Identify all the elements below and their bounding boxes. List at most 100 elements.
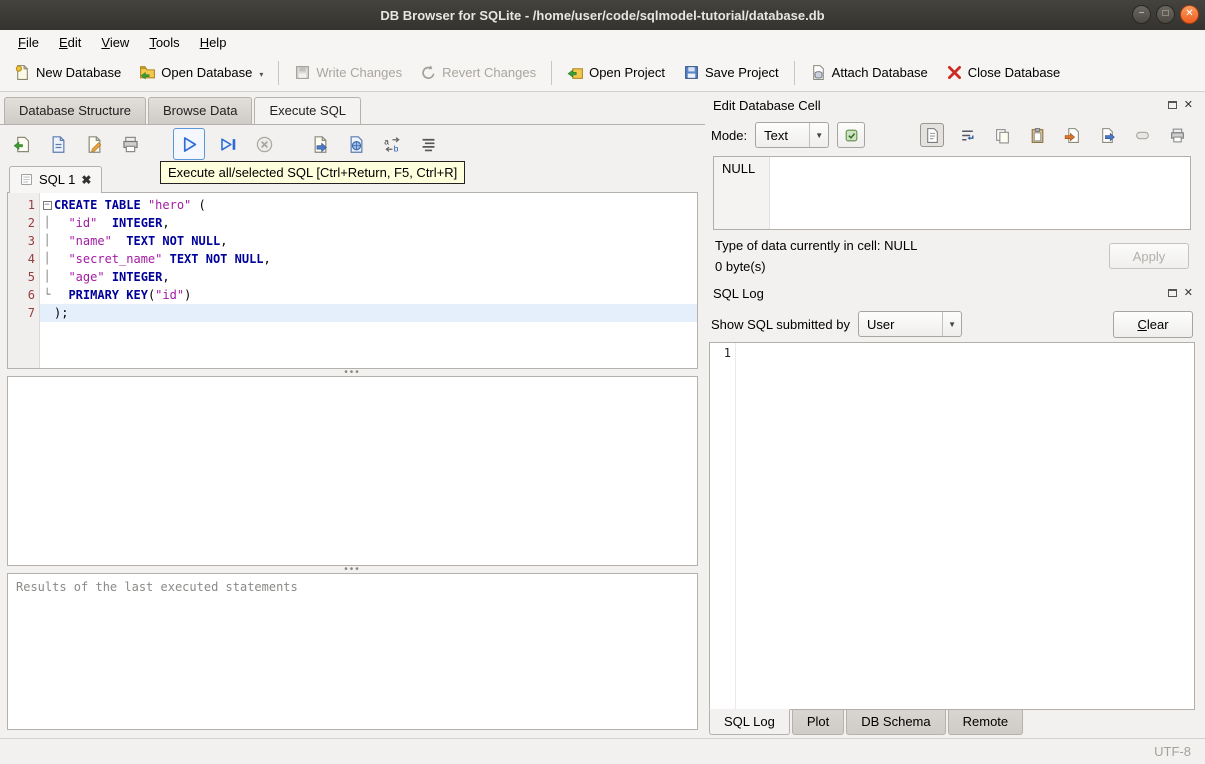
open-database-label: Open Database bbox=[161, 65, 253, 80]
code-segment: TEXT NOT NULL bbox=[169, 252, 264, 266]
sql-tab-close-icon[interactable]: ✖ bbox=[81, 174, 91, 186]
save-project-button[interactable]: Save Project bbox=[675, 59, 787, 86]
execute-tooltip: Execute all/selected SQL [Ctrl+Return, F… bbox=[160, 161, 466, 184]
results-message-area: Results of the last executed statements bbox=[7, 573, 698, 730]
sql-tab-label: SQL 1 bbox=[39, 172, 76, 187]
open-sql-file-button[interactable] bbox=[9, 131, 35, 157]
stop-execution-button bbox=[251, 131, 277, 157]
line-number: 6 bbox=[27, 288, 35, 302]
dock-close-icon[interactable]: ✕ bbox=[1184, 99, 1193, 111]
cell-size-info: 0 byte(s) bbox=[715, 259, 766, 274]
find-replace-button[interactable]: ab bbox=[379, 131, 405, 157]
menu-view[interactable]: View bbox=[91, 32, 139, 53]
tab-db-schema[interactable]: DB Schema bbox=[846, 710, 946, 735]
code-segment: "age" bbox=[68, 270, 105, 284]
menu-edit[interactable]: Edit bbox=[49, 32, 91, 53]
auto-switch-mode-button[interactable] bbox=[837, 122, 866, 148]
right-panel: Edit Database Cell ✕ Mode: Text ▼ NULL T… bbox=[705, 92, 1205, 738]
toolbar-separator bbox=[551, 60, 553, 85]
mode-label: Mode: bbox=[711, 127, 748, 143]
tab-execute-sql[interactable]: Execute SQL bbox=[254, 97, 362, 125]
tab-remote[interactable]: Remote bbox=[947, 710, 1024, 735]
code-line: │ "id" INTEGER, bbox=[40, 214, 697, 232]
export-cell-icon[interactable] bbox=[1095, 123, 1119, 147]
revert-changes-icon bbox=[420, 64, 437, 81]
save-project-icon bbox=[683, 64, 700, 81]
menu-help[interactable]: Help bbox=[190, 32, 237, 53]
splitter-handle[interactable]: ••• bbox=[7, 367, 698, 377]
save-sql-file-button[interactable] bbox=[45, 131, 71, 157]
open-sql-new-tab-button[interactable] bbox=[343, 131, 369, 157]
clear-log-button[interactable]: Clear bbox=[1113, 310, 1193, 338]
fold-guide: │ bbox=[43, 234, 51, 247]
tab-plot[interactable]: Plot bbox=[791, 710, 845, 735]
chevron-down-icon: ▼ bbox=[942, 312, 961, 336]
dock-tab-bar: SQL Log Plot DB Schema Remote bbox=[707, 709, 1197, 738]
fold-collapse-icon[interactable]: − bbox=[40, 196, 54, 214]
dock-float-icon[interactable] bbox=[1167, 101, 1177, 109]
dock-close-icon[interactable]: ✕ bbox=[1184, 287, 1193, 299]
open-database-button[interactable]: Open Database ▾ bbox=[131, 59, 271, 86]
fold-guide: │ bbox=[43, 270, 51, 283]
fold-guide: └ bbox=[43, 288, 51, 301]
code-segment: "name" bbox=[68, 234, 112, 248]
splitter-handle[interactable]: ••• bbox=[7, 564, 698, 574]
fold-guide bbox=[40, 304, 54, 322]
line-number: 3 bbox=[27, 234, 35, 248]
close-icon[interactable]: ✕ bbox=[1180, 5, 1199, 24]
titlebar: DB Browser for SQLite - /home/user/code/… bbox=[0, 0, 1205, 30]
import-cell-icon[interactable] bbox=[1060, 123, 1084, 147]
paste-icon[interactable] bbox=[1025, 123, 1049, 147]
save-sql-as-button[interactable] bbox=[81, 131, 107, 157]
code-segment: CREATE TABLE bbox=[54, 198, 141, 212]
sql-log-filter-row: Show SQL submitted by User ▼ Clear bbox=[707, 306, 1197, 342]
execute-sql-button[interactable] bbox=[173, 128, 205, 160]
tab-sql-log[interactable]: SQL Log bbox=[709, 709, 790, 735]
log-filter-select[interactable]: User ▼ bbox=[857, 311, 962, 337]
execute-current-line-button[interactable] bbox=[215, 131, 241, 157]
copy-icon[interactable] bbox=[990, 123, 1014, 147]
fold-guide: │ bbox=[43, 216, 51, 229]
cell-editor[interactable]: NULL bbox=[713, 156, 1191, 230]
new-database-button[interactable]: New Database bbox=[6, 59, 129, 86]
set-null-icon[interactable] bbox=[1130, 123, 1154, 147]
export-results-button[interactable] bbox=[307, 131, 333, 157]
sql-editor[interactable]: 1234567 − CREATE TABLE "hero" (│ "id" INT… bbox=[7, 193, 698, 369]
word-wrap-icon[interactable] bbox=[955, 123, 979, 147]
apply-button-label: Apply bbox=[1132, 248, 1166, 264]
results-grid[interactable] bbox=[7, 376, 698, 566]
sql-log-dock: SQL Log ✕ Show SQL submitted by User ▼ C… bbox=[707, 280, 1197, 738]
open-project-button[interactable]: Open Project bbox=[559, 59, 673, 86]
fold-guide: │ bbox=[43, 252, 51, 265]
code-segment: "secret_name" bbox=[68, 252, 163, 266]
menu-file[interactable]: File bbox=[8, 32, 49, 53]
code-segment: ( bbox=[191, 198, 206, 212]
apply-button: Apply bbox=[1109, 243, 1189, 269]
mode-select[interactable]: Text ▼ bbox=[755, 122, 830, 148]
encoding-indicator[interactable]: UTF-8 bbox=[1154, 744, 1191, 759]
line-number: 1 bbox=[27, 198, 35, 212]
revert-changes-label: Revert Changes bbox=[442, 65, 537, 80]
maximize-icon[interactable]: □ bbox=[1156, 5, 1175, 24]
tab-database-structure[interactable]: Database Structure bbox=[4, 97, 147, 124]
print-cell-icon[interactable] bbox=[1165, 123, 1189, 147]
code-segment: INTEGER bbox=[111, 270, 163, 284]
menu-tools[interactable]: Tools bbox=[139, 32, 189, 53]
code-line: │ "secret_name" TEXT NOT NULL, bbox=[40, 250, 697, 268]
dock-float-icon[interactable] bbox=[1167, 289, 1177, 297]
log-filter-label: Show SQL submitted by bbox=[711, 316, 850, 332]
text-view-icon[interactable] bbox=[920, 123, 944, 147]
tab-browse-data[interactable]: Browse Data bbox=[148, 97, 253, 124]
sql-log-view[interactable]: 1 bbox=[709, 342, 1195, 710]
print-sql-button[interactable] bbox=[117, 131, 143, 157]
sql-file-tab[interactable]: SQL 1 ✖ bbox=[9, 166, 103, 193]
close-database-button[interactable]: Close Database bbox=[938, 59, 1069, 86]
attach-database-icon bbox=[810, 64, 827, 81]
open-database-dropdown-icon[interactable]: ▾ bbox=[259, 70, 263, 81]
minimize-icon[interactable]: − bbox=[1132, 5, 1151, 24]
format-sql-button[interactable] bbox=[415, 131, 441, 157]
attach-database-button[interactable]: Attach Database bbox=[802, 59, 936, 86]
code-segment: INTEGER bbox=[111, 216, 163, 230]
